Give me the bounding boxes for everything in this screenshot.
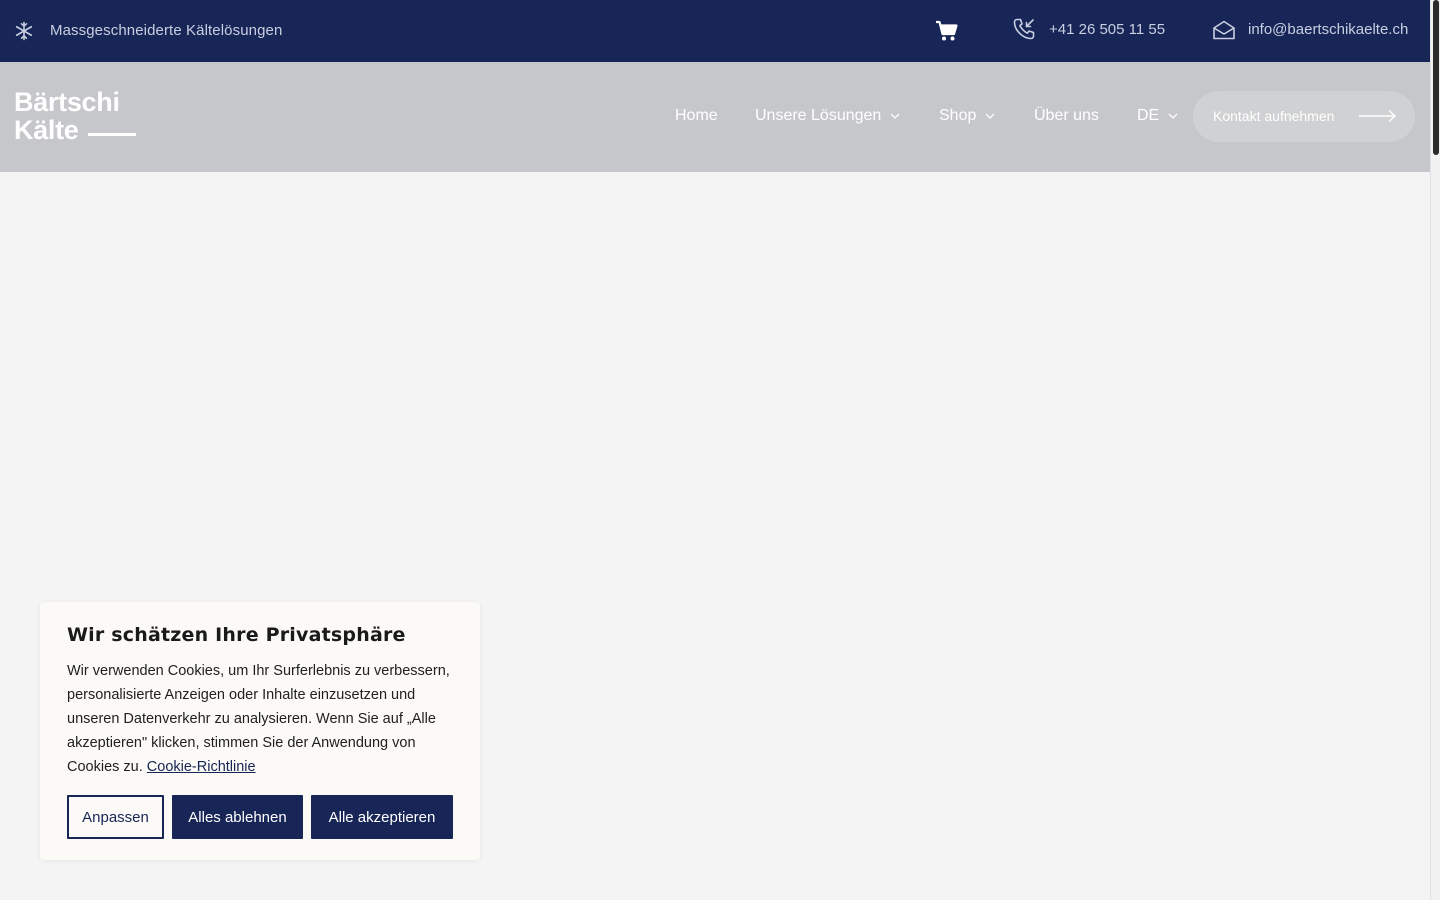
- nav-item-home[interactable]: Home: [675, 107, 718, 125]
- mail-icon: [1213, 20, 1235, 40]
- customize-button[interactable]: Anpassen: [67, 795, 164, 839]
- nav-label-home: Home: [675, 107, 718, 124]
- nav-item-shop[interactable]: Shop: [939, 107, 995, 125]
- nav-item-solutions[interactable]: Unsere Lösungen: [755, 107, 900, 125]
- nav-item-about[interactable]: Über uns: [1034, 107, 1099, 125]
- tagline: Massgeschneiderte Kältelösungen: [50, 22, 283, 39]
- cart-icon[interactable]: [935, 19, 959, 43]
- email-link[interactable]: info@baertschikaelte.ch: [1248, 21, 1408, 38]
- logo-underline: [88, 133, 136, 136]
- site-header: Bärtschi Kälte Home Unsere Lösungen Shop…: [0, 62, 1430, 172]
- nav-label-shop: Shop: [939, 107, 977, 124]
- nav-label-about: Über uns: [1034, 107, 1099, 124]
- page: Massgeschneiderte Kältelösungen +41 26 5…: [0, 0, 1440, 900]
- scrollbar[interactable]: [1430, 0, 1440, 900]
- top-bar: Massgeschneiderte Kältelösungen +41 26 5…: [0, 0, 1430, 62]
- chevron-down-icon: [890, 113, 900, 119]
- cookie-title: Wir schätzen Ihre Privatsphäre: [67, 624, 406, 646]
- logo-line-2: Kälte: [14, 115, 79, 145]
- contact-button-label: Kontakt aufnehmen: [1213, 108, 1335, 124]
- arrow-right-icon: [1359, 109, 1397, 123]
- phone-link[interactable]: +41 26 505 11 55: [1049, 21, 1165, 38]
- logo-line-1: Bärtschi: [14, 87, 120, 117]
- language-selector[interactable]: DE: [1137, 107, 1178, 125]
- chevron-down-icon: [1168, 113, 1178, 119]
- cookie-policy-link[interactable]: Cookie-Richtlinie: [147, 759, 256, 775]
- contact-button[interactable]: Kontakt aufnehmen: [1193, 91, 1415, 142]
- cookie-text: Wir verwenden Cookies, um Ihr Surferlebn…: [67, 659, 459, 779]
- cookie-body: Wir verwenden Cookies, um Ihr Surferlebn…: [67, 663, 450, 775]
- logo[interactable]: Bärtschi Kälte: [14, 87, 139, 149]
- chevron-down-icon: [985, 113, 995, 119]
- cookie-consent-dialog: Wir schätzen Ihre Privatsphäre Wir verwe…: [40, 602, 480, 860]
- phone-icon: [1013, 18, 1035, 40]
- language-label: DE: [1137, 107, 1160, 124]
- accept-all-button[interactable]: Alle akzeptieren: [311, 795, 453, 839]
- reject-all-button[interactable]: Alles ablehnen: [172, 795, 303, 839]
- scrollbar-thumb[interactable]: [1433, 0, 1439, 155]
- snowflake-icon: [15, 21, 33, 41]
- nav-label-solutions: Unsere Lösungen: [755, 107, 882, 124]
